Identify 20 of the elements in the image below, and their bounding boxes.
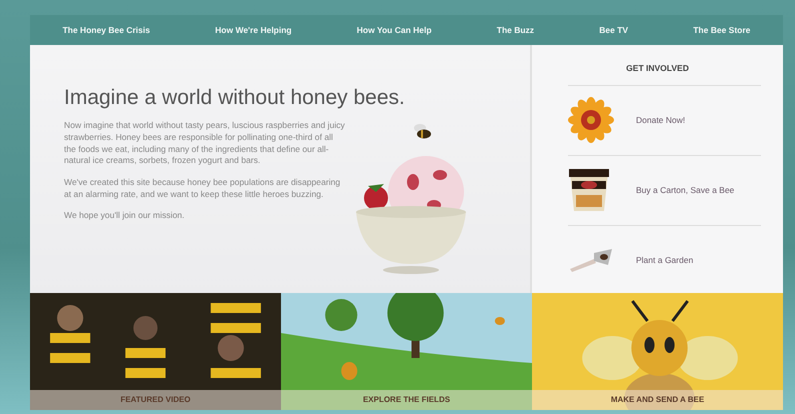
tile-link[interactable]: MAKE AND SEND A BEE [532,390,783,410]
nav-link[interactable]: The Buzz [496,24,534,36]
nav-link[interactable]: How You Can Help [356,24,432,36]
body-paragraph: Now imagine that world without tasty pears, luscious raspberries and juicy strawberries. Honey bees are responsible for pollinating one-third of all the foods we eat, including many of the ingredients that define our all-natural ice creams, sorbets, frozen yogurt and bars. [64,120,346,167]
nav-link[interactable]: Bee TV [599,24,628,36]
nav-link[interactable]: The Honey Bee Crisis [62,24,150,36]
flower-icon [568,97,614,144]
nav-link[interactable]: How We're Helping [215,24,292,36]
panel-heading: GET INVOLVED [625,62,690,75]
body-paragraph: We've created this site because honey bee populations are disappearing at an alarming rate, and we want to keep these little heroes buzzing. [64,177,342,200]
bee-icon [414,124,431,138]
nav-link[interactable]: The Bee Store [693,24,750,36]
get-involved-link[interactable]: Buy a Carton, Save a Bee [636,184,734,197]
trowel-icon [568,247,614,274]
tile-link[interactable]: FEATURED VIDEO [30,390,281,410]
hero-heading: Imagine a world without honey bees. [64,85,406,110]
get-involved-link[interactable]: Plant a Garden [636,254,694,267]
get-involved-link[interactable]: Donate Now! [636,114,686,127]
tile-link[interactable]: EXPLORE THE FIELDS [281,390,532,410]
body-paragraph: We hope you'll join our mission. [64,210,186,222]
